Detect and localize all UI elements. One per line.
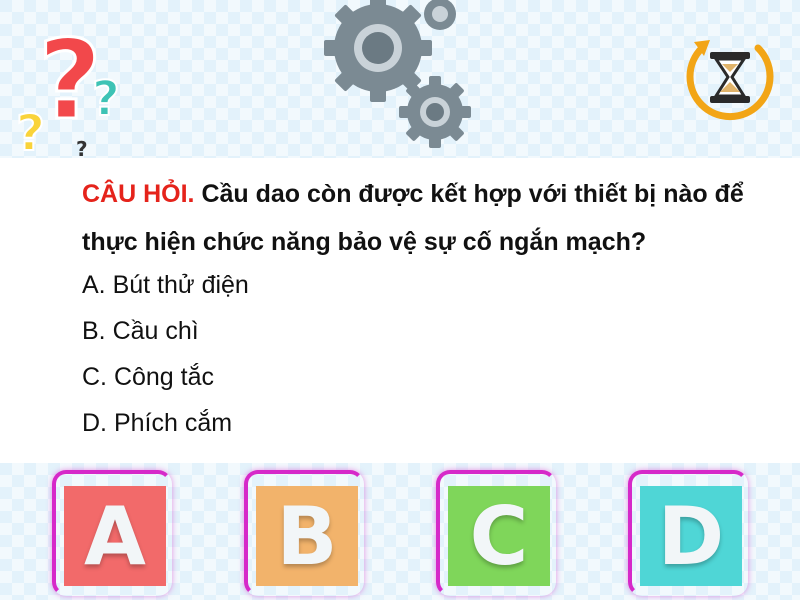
- answer-button-a[interactable]: A: [52, 470, 172, 596]
- gears-icon: [324, 0, 471, 148]
- answer-letter-c: C: [469, 489, 529, 583]
- question-text: CÂU HỎI. Cầu dao còn được kết hợp với th…: [82, 170, 782, 266]
- option-c: C. Công tắc: [82, 363, 215, 391]
- hourglass-timer-icon: [686, 40, 774, 121]
- option-d: D. Phích cắm: [82, 409, 233, 437]
- answer-letter-a: A: [84, 489, 146, 583]
- answer-tile-a: A: [64, 486, 166, 586]
- question-prefix: CÂU HỎI.: [82, 180, 195, 208]
- answer-letter-d: D: [657, 489, 725, 583]
- answer-tile-c: C: [448, 486, 550, 586]
- svg-text:?: ?: [92, 71, 120, 127]
- answer-button-b[interactable]: B: [244, 470, 364, 596]
- option-b: B. Cầu chì: [82, 317, 199, 345]
- answer-letter-b: B: [276, 489, 338, 583]
- option-a: A. Bút thử điện: [82, 271, 249, 299]
- question-marks-icon: ? ? ? ?: [15, 15, 121, 161]
- answer-button-d[interactable]: D: [628, 470, 748, 596]
- svg-text:?: ?: [76, 137, 88, 160]
- answer-tile-b: B: [256, 486, 358, 586]
- svg-text:?: ?: [16, 104, 45, 160]
- answer-button-c[interactable]: C: [436, 470, 556, 596]
- answer-tile-d: D: [640, 486, 742, 586]
